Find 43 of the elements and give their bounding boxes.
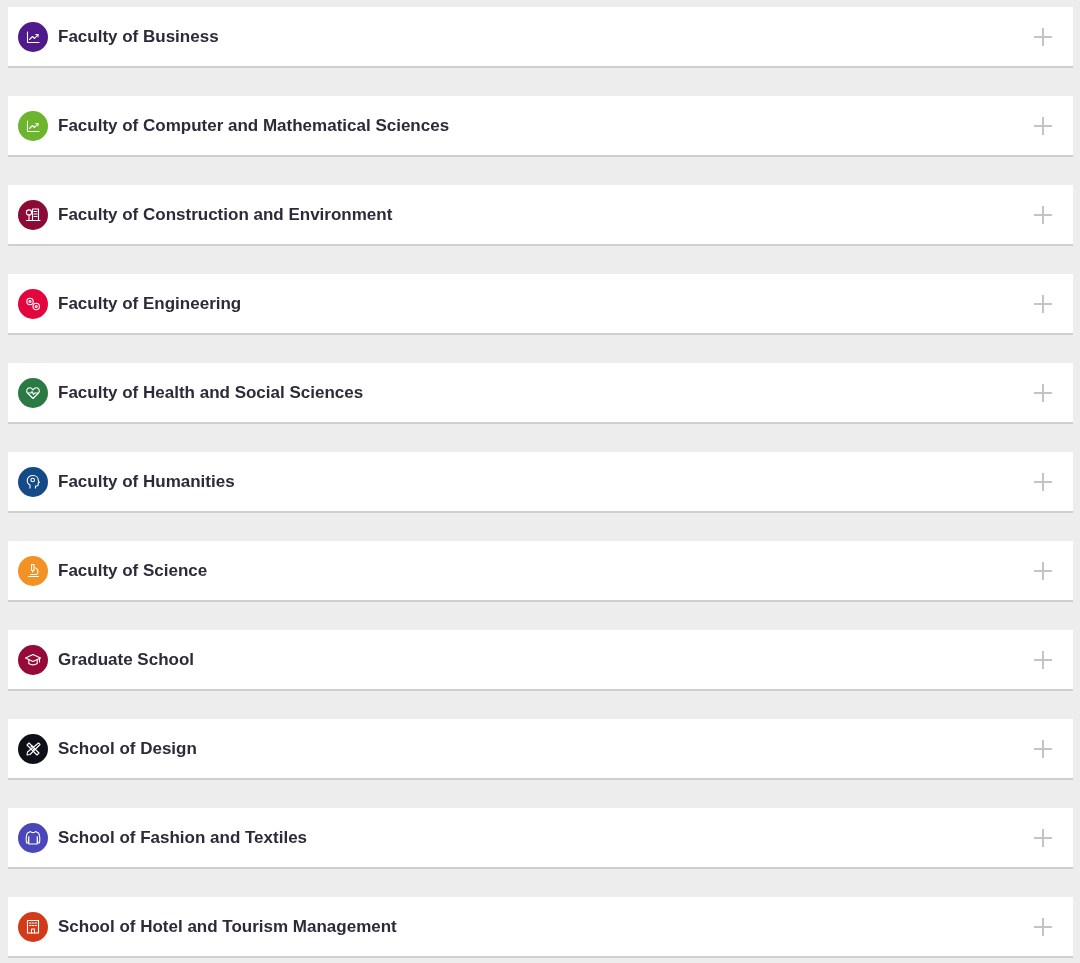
gears-icon — [18, 288, 48, 319]
faculty-title: Faculty of Computer and Mathematical Sciences — [58, 115, 450, 136]
sweater-icon — [18, 822, 48, 853]
plus-icon[interactable] — [1034, 472, 1052, 491]
accordion-header[interactable]: School of Fashion and Textiles — [8, 808, 1073, 869]
graduation-cap-icon — [18, 644, 48, 675]
hotel-icon — [18, 911, 48, 942]
accordion-header[interactable]: Faculty of Construction and Environment — [8, 185, 1073, 246]
faculty-title: Faculty of Science — [58, 560, 208, 581]
plus-icon[interactable] — [1034, 917, 1052, 936]
plus-icon[interactable] — [1034, 116, 1052, 135]
plus-icon[interactable] — [1034, 650, 1052, 669]
accordion-header[interactable]: School of Design — [8, 719, 1073, 780]
chart-icon — [18, 21, 48, 52]
plus-icon[interactable] — [1034, 561, 1052, 580]
microscope-icon — [18, 555, 48, 586]
accordion-header[interactable]: Faculty of Business — [8, 7, 1073, 68]
chart-icon — [18, 110, 48, 141]
plus-icon[interactable] — [1034, 205, 1052, 224]
faculty-title: Faculty of Health and Social Sciences — [58, 382, 364, 403]
faculty-title: Faculty of Construction and Environment — [58, 204, 393, 225]
faculty-title: School of Design — [58, 738, 197, 759]
building-icon — [18, 199, 48, 230]
faculty-title: Graduate School — [58, 649, 195, 670]
faculty-title: School of Hotel and Tourism Management — [58, 916, 397, 937]
accordion-header[interactable]: Graduate School — [8, 630, 1073, 691]
plus-icon[interactable] — [1034, 828, 1052, 847]
accordion-header[interactable]: Faculty of Science — [8, 541, 1073, 602]
faculty-title: Faculty of Business — [58, 26, 219, 47]
accordion-header[interactable]: Faculty of Computer and Mathematical Sciences — [8, 96, 1073, 157]
plus-icon[interactable] — [1034, 294, 1052, 313]
head-icon — [18, 466, 48, 497]
plus-icon[interactable] — [1034, 383, 1052, 402]
pencil-ruler-icon — [18, 733, 48, 764]
plus-icon[interactable] — [1034, 739, 1052, 758]
accordion-header[interactable]: Faculty of Health and Social Sciences — [8, 363, 1073, 424]
accordion-header[interactable]: Faculty of Engineering — [8, 274, 1073, 335]
faculty-title: Faculty of Humanities — [58, 471, 235, 492]
plus-icon[interactable] — [1034, 27, 1052, 46]
accordion-header[interactable]: Faculty of Humanities — [8, 452, 1073, 513]
accordion-header[interactable]: School of Hotel and Tourism Management — [8, 897, 1073, 958]
faculty-title: School of Fashion and Textiles — [58, 827, 308, 848]
faculty-title: Faculty of Engineering — [58, 293, 242, 314]
